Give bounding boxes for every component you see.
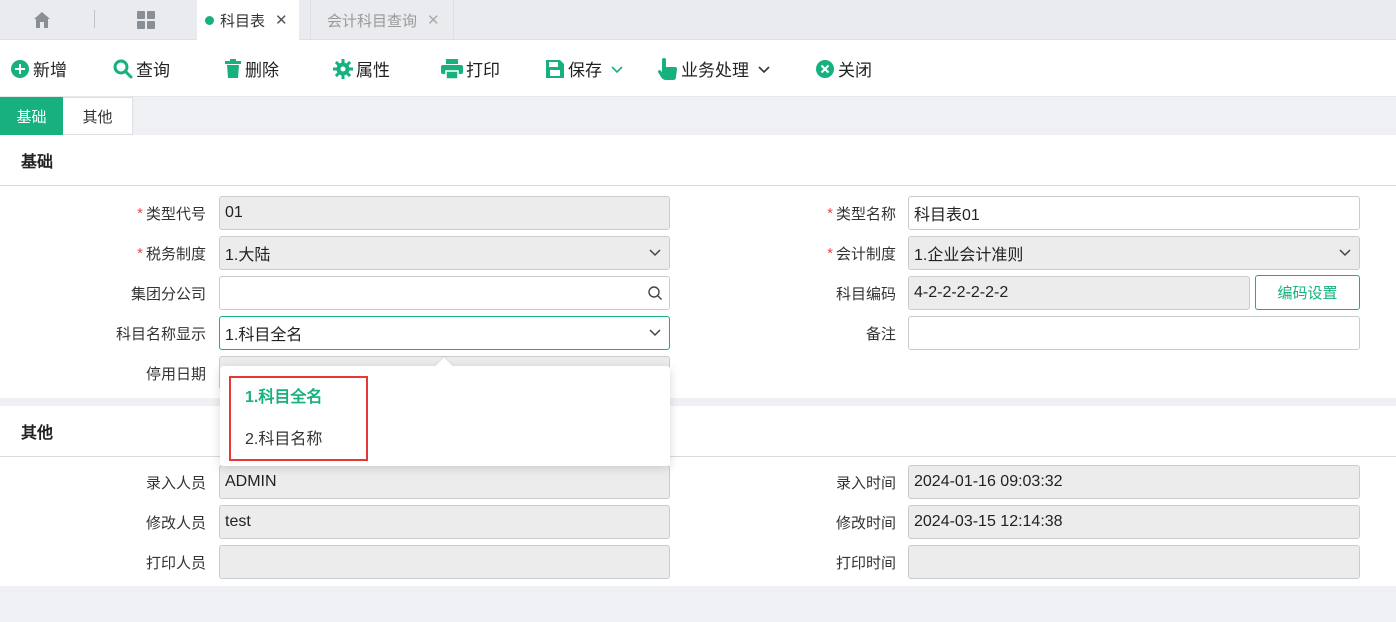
save-button[interactable]: 保存 bbox=[545, 40, 627, 97]
tab-chart-of-accounts[interactable]: 科目表 ✕ bbox=[197, 0, 299, 40]
print-time-field[interactable] bbox=[908, 545, 1360, 579]
home-icon[interactable] bbox=[22, 0, 62, 39]
tab-basic[interactable]: 基础 bbox=[0, 97, 63, 135]
plus-circle-icon bbox=[11, 59, 29, 78]
code-settings-button[interactable]: 编码设置 bbox=[1255, 275, 1360, 310]
printer-icon bbox=[441, 58, 463, 79]
active-dot-icon bbox=[205, 15, 214, 25]
name-display-select[interactable]: 1.科目全名 bbox=[219, 316, 670, 350]
accounting-system-select[interactable]: 1.企业会计准则 bbox=[908, 236, 1360, 270]
chevron-down-icon bbox=[649, 249, 661, 257]
chevron-down-icon bbox=[1339, 249, 1351, 257]
type-code-field[interactable]: 01 bbox=[219, 196, 670, 230]
type-name-field[interactable]: 科目表01 bbox=[908, 196, 1360, 230]
basic-panel: 基础 * 类型代号 01 * 类型名称 科目表01 * 税务制度 1.大陆 * 会计制度… bbox=[0, 135, 1396, 398]
modify-user-label: 修改人员 bbox=[145, 514, 206, 532]
close-circle-icon bbox=[816, 59, 834, 78]
tab-other[interactable]: 其他 bbox=[63, 97, 133, 135]
chevron-down-icon bbox=[649, 329, 661, 337]
properties-button[interactable]: 属性 bbox=[333, 40, 390, 97]
tab-bar: 科目表 ✕ 会计科目查询 ✕ bbox=[0, 0, 1396, 40]
print-user-field[interactable] bbox=[219, 545, 670, 579]
type-code-label: * 类型代号 bbox=[137, 204, 206, 223]
save-icon bbox=[546, 59, 564, 78]
trash-icon bbox=[225, 58, 241, 78]
tab-account-query[interactable]: 会计科目查询 ✕ bbox=[310, 0, 454, 40]
entry-time-label: 录入时间 bbox=[835, 474, 896, 492]
add-button[interactable]: 新增 bbox=[10, 40, 67, 97]
remark-label: 备注 bbox=[865, 325, 896, 343]
modify-time-label: 修改时间 bbox=[835, 514, 896, 532]
remark-field[interactable] bbox=[908, 316, 1360, 350]
close-button[interactable]: 关闭 bbox=[815, 40, 872, 97]
chevron-down-icon bbox=[758, 65, 770, 73]
tax-system-select[interactable]: 1.大陆 bbox=[219, 236, 670, 270]
section-tabs: 基础 其他 bbox=[0, 97, 1396, 135]
print-time-label: 打印时间 bbox=[835, 554, 896, 572]
section-title: 基础 bbox=[21, 154, 54, 171]
print-user-label: 打印人员 bbox=[145, 554, 206, 572]
entry-user-field[interactable]: ADMIN bbox=[219, 465, 670, 499]
search-icon bbox=[113, 59, 133, 78]
account-code-label: 科目编码 bbox=[835, 285, 896, 303]
close-icon[interactable]: ✕ bbox=[275, 11, 288, 29]
type-name-label: * 类型名称 bbox=[827, 204, 896, 223]
modify-user-field[interactable]: test bbox=[219, 505, 670, 539]
entry-user-label: 录入人员 bbox=[145, 474, 206, 492]
tax-system-label: * 税务制度 bbox=[137, 244, 206, 263]
account-code-field[interactable]: 4-2-2-2-2-2-2 bbox=[908, 276, 1250, 310]
branch-label: 集团分公司 bbox=[130, 285, 206, 303]
name-display-label: 科目名称显示 bbox=[115, 325, 206, 343]
grid-icon[interactable] bbox=[126, 0, 166, 39]
chevron-down-icon bbox=[611, 65, 623, 73]
divider bbox=[0, 185, 1396, 186]
modify-time-field[interactable]: 2024-03-15 12:14:38 bbox=[908, 505, 1360, 539]
divider bbox=[0, 456, 1396, 457]
stop-date-label: 停用日期 bbox=[145, 365, 206, 383]
tab-label: 科目表 bbox=[220, 12, 266, 30]
business-process-button[interactable]: 业务处理 bbox=[658, 40, 774, 97]
print-button[interactable]: 打印 bbox=[441, 40, 500, 97]
branch-field[interactable] bbox=[219, 276, 670, 310]
hand-pointer-icon bbox=[658, 57, 677, 80]
section-title: 其他 bbox=[21, 425, 54, 442]
search-icon bbox=[648, 286, 662, 300]
close-icon[interactable]: ✕ bbox=[427, 11, 440, 29]
gear-icon bbox=[333, 58, 353, 79]
highlight-box bbox=[229, 376, 368, 461]
other-panel: 其他 录入人员 ADMIN 录入时间 2024-01-16 09:03:32 修… bbox=[0, 406, 1396, 586]
tab-separator bbox=[94, 10, 95, 28]
entry-time-field[interactable]: 2024-01-16 09:03:32 bbox=[908, 465, 1360, 499]
query-button[interactable]: 查询 bbox=[113, 40, 170, 97]
delete-button[interactable]: 删除 bbox=[224, 40, 279, 97]
tab-label: 会计科目查询 bbox=[327, 12, 418, 30]
accounting-system-label: * 会计制度 bbox=[827, 244, 896, 263]
toolbar: 新增 查询 删除 属性 打印 保存 业务处理 关闭 bbox=[0, 40, 1396, 97]
